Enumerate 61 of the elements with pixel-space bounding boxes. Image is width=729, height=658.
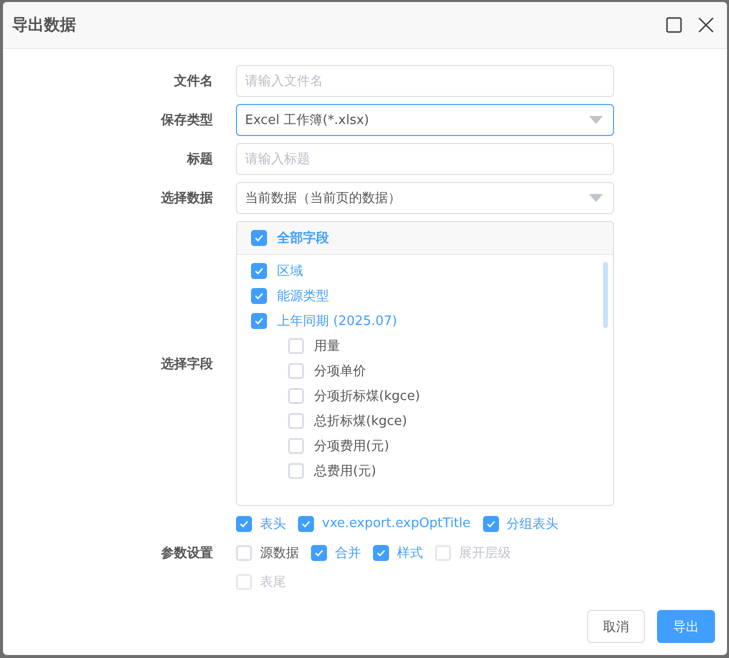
- checkbox[interactable]: [236, 544, 252, 560]
- checkbox-label: 总折标煤(kgce): [314, 412, 408, 430]
- checkbox[interactable]: [288, 438, 304, 454]
- select-value: 当前数据（当前页的数据）: [245, 190, 401, 207]
- checkbox-label: 表头: [260, 516, 286, 532]
- check-icon: [239, 520, 249, 528]
- checkbox[interactable]: [288, 462, 304, 478]
- checkbox-label: 上年同期 (2025.07): [277, 312, 398, 330]
- dialog-title: 导出数据: [12, 14, 77, 36]
- checkbox[interactable]: [251, 230, 267, 246]
- checkbox[interactable]: [251, 312, 267, 328]
- check-icon: [254, 234, 264, 242]
- field-label: 选择数据: [160, 190, 213, 207]
- checkbox[interactable]: [251, 288, 267, 304]
- checkbox[interactable]: [251, 262, 267, 278]
- checkbox-label: 全部字段: [277, 230, 329, 247]
- field-label: 保存类型: [160, 112, 213, 129]
- maximize-icon[interactable]: [665, 16, 683, 34]
- checkbox-label: 源数据: [260, 544, 299, 562]
- check-icon: [486, 520, 496, 528]
- caret-icon: [589, 194, 603, 202]
- checkbox[interactable]: [482, 516, 499, 532]
- checkbox-label: 用量: [314, 338, 340, 354]
- select-field[interactable]: Excel 工作簿(*.xlsx): [236, 104, 614, 136]
- checkbox[interactable]: [288, 412, 304, 428]
- checkbox[interactable]: [311, 544, 327, 560]
- input-field[interactable]: 请输入标题: [236, 143, 614, 175]
- select-field[interactable]: 当前数据（当前页的数据）: [236, 182, 614, 214]
- field-label: 选择字段: [160, 356, 213, 372]
- checkbox[interactable]: [236, 516, 252, 532]
- check-icon: [301, 520, 311, 528]
- checkbox-label: 能源类型: [277, 288, 329, 304]
- field-label: 参数设置: [160, 544, 213, 562]
- checkbox-label: 分组表头: [506, 516, 559, 532]
- field-label: 文件名: [173, 72, 213, 90]
- check-icon: [254, 292, 264, 300]
- checkbox[interactable]: [288, 362, 304, 378]
- checkbox-label: 分项单价: [314, 362, 366, 380]
- checkbox-label: vxe.export.expOptTitle: [322, 516, 471, 531]
- checkbox[interactable]: [373, 544, 389, 560]
- check-icon: [254, 316, 264, 324]
- checkbox-label: 表尾: [260, 574, 286, 590]
- checkbox-label: 合并: [335, 544, 361, 562]
- field-label: 标题: [186, 151, 213, 168]
- check-icon: [314, 548, 324, 556]
- checkbox[interactable]: [288, 388, 304, 404]
- checkbox-label: 样式: [397, 544, 423, 562]
- input-field[interactable]: 请输入文件名: [236, 65, 614, 97]
- checkbox[interactable]: [288, 338, 304, 354]
- close-icon[interactable]: [697, 16, 715, 34]
- checkbox-label: 展开层级: [459, 544, 511, 562]
- check-icon: [376, 548, 386, 556]
- checkbox-label: 分项费用(元): [314, 438, 390, 454]
- select-value: Excel 工作簿(*.xlsx): [245, 112, 370, 129]
- checkbox-label: 区域: [277, 262, 303, 280]
- check-icon: [254, 266, 264, 274]
- checkbox-label: 分项折标煤(kgce): [314, 388, 420, 404]
- cancel-button[interactable]: 取消: [587, 610, 645, 643]
- checkbox-label: 总费用(元): [314, 462, 376, 480]
- caret-icon: [589, 116, 603, 124]
- checkbox[interactable]: [298, 516, 314, 532]
